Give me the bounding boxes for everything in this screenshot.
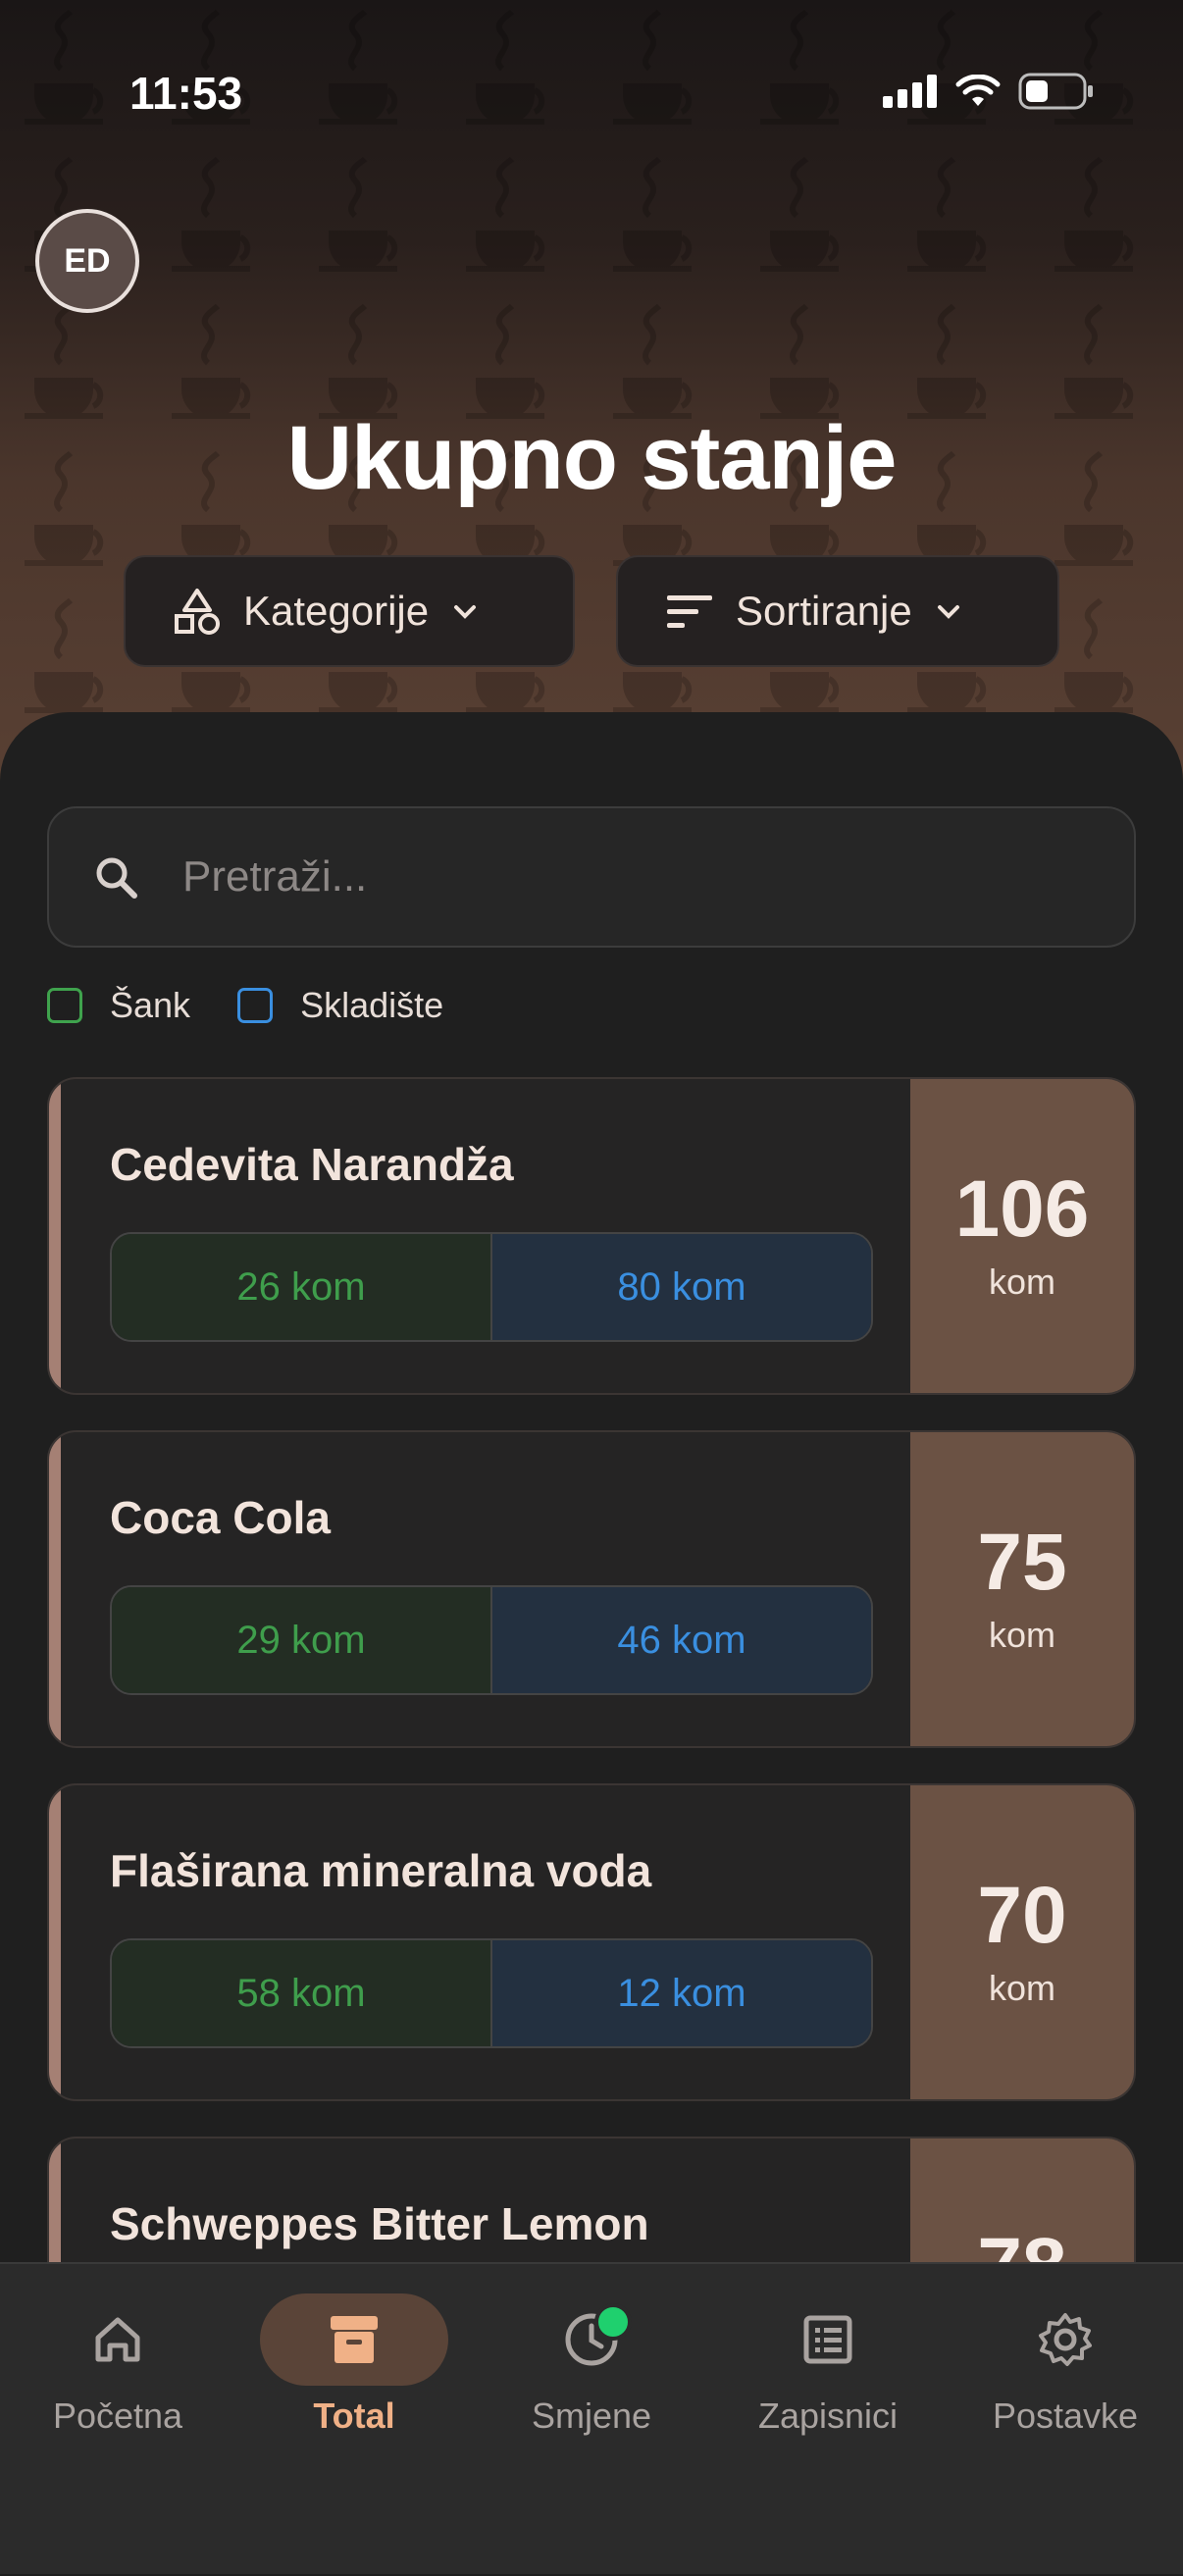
total-stock: 75 kom	[910, 1432, 1134, 1746]
status-icons	[883, 73, 1095, 110]
battery-icon	[1018, 73, 1093, 110]
product-name: Cedevita Narandža	[110, 1139, 514, 1190]
wifi-icon	[955, 75, 1001, 106]
chevron-down-icon	[937, 605, 959, 619]
home-icon	[95, 2317, 140, 2362]
card-accent	[49, 1785, 61, 2099]
nav-label: Total	[313, 2396, 395, 2436]
stock-split: 26 kom 80 kom	[110, 1232, 873, 1342]
nav-label: Zapisnici	[757, 2396, 899, 2436]
product-name: Flaširana mineralna voda	[110, 1845, 652, 1896]
total-number: 106	[954, 1164, 1090, 1254]
card-accent	[49, 1432, 61, 1746]
bar-stock: 58 kom	[112, 1940, 492, 2046]
home-icon-wrap	[24, 2293, 212, 2386]
avatar[interactable]: ED	[35, 209, 139, 313]
nav-item-logs[interactable]: Zapisnici	[720, 2293, 936, 2437]
signal-icon	[883, 75, 937, 108]
bar-stock: 26 kom	[112, 1234, 492, 1340]
bar-stock: 29 kom	[112, 1587, 492, 1693]
notification-badge	[594, 2303, 632, 2341]
product-name: Coca Cola	[110, 1492, 331, 1543]
status-time: 11:53	[129, 68, 243, 119]
storage-stock: 12 kom	[492, 1940, 871, 2046]
nav-item-total[interactable]: Total	[246, 2293, 462, 2437]
archive-icon-wrap	[260, 2293, 448, 2386]
product-name: Schweppes Bitter Lemon	[110, 2198, 649, 2249]
stock-split: 58 kom 12 kom	[110, 1938, 873, 2048]
coffee-pattern	[0, 0, 1183, 804]
header-background	[0, 0, 1183, 804]
chevron-down-icon	[454, 605, 477, 619]
nav-item-home[interactable]: Početna	[10, 2293, 226, 2437]
gear-icon	[1039, 2313, 1092, 2366]
product-card[interactable]: Coca Cola 29 kom 46 kom 75 kom	[47, 1430, 1136, 1748]
sort-icon	[667, 595, 712, 628]
storage-stock: 46 kom	[492, 1587, 871, 1693]
storage-label: Skladište	[300, 985, 444, 1025]
bar-label: Šank	[110, 985, 191, 1025]
nav-item-settings[interactable]: Postavke	[957, 2293, 1173, 2437]
nav-item-shifts[interactable]: Smjene	[484, 2293, 699, 2437]
search-placeholder: Pretraži...	[182, 852, 368, 901]
search-input[interactable]: Pretraži...	[47, 806, 1136, 948]
bottom-navigation: Početna Total Smjene Zapisnici Postavke	[0, 2262, 1183, 2574]
shapes-icon	[175, 589, 220, 635]
card-accent	[49, 1079, 61, 1393]
total-unit: kom	[988, 1968, 1055, 2008]
bar-checkbox[interactable]	[47, 988, 82, 1023]
search-icon	[96, 857, 137, 899]
categories-label: Kategorije	[243, 588, 430, 634]
sort-label: Sortiranje	[736, 588, 912, 634]
product-card[interactable]: Flaširana mineralna voda 58 kom 12 kom 7…	[47, 1783, 1136, 2101]
product-card[interactable]: Cedevita Narandža 26 kom 80 kom 106 kom	[47, 1077, 1136, 1395]
sort-dropdown[interactable]: Sortiranje	[616, 555, 1059, 667]
list-icon	[803, 2315, 852, 2364]
total-unit: kom	[988, 1615, 1055, 1655]
list-icon-wrap	[734, 2293, 922, 2386]
stock-split: 29 kom 46 kom	[110, 1585, 873, 1695]
nav-label: Početna	[52, 2396, 183, 2436]
total-number: 75	[977, 1518, 1067, 1607]
total-unit: kom	[988, 1262, 1055, 1302]
nav-label: Postavke	[992, 2396, 1139, 2436]
total-number: 70	[977, 1871, 1067, 1960]
storage-checkbox[interactable]	[237, 988, 274, 1023]
location-legend: Šank Skladište	[47, 985, 443, 1026]
total-stock: 70 kom	[910, 1785, 1134, 2099]
clock-icon-wrap	[497, 2293, 686, 2386]
gear-icon-wrap	[971, 2293, 1159, 2386]
page-title: Ukupno stanje	[286, 408, 898, 508]
total-stock: 106 kom	[910, 1079, 1134, 1393]
storage-stock: 80 kom	[492, 1234, 871, 1340]
nav-label: Smjene	[531, 2396, 652, 2436]
archive-icon	[331, 2316, 378, 2363]
categories-dropdown[interactable]: Kategorije	[124, 555, 575, 667]
